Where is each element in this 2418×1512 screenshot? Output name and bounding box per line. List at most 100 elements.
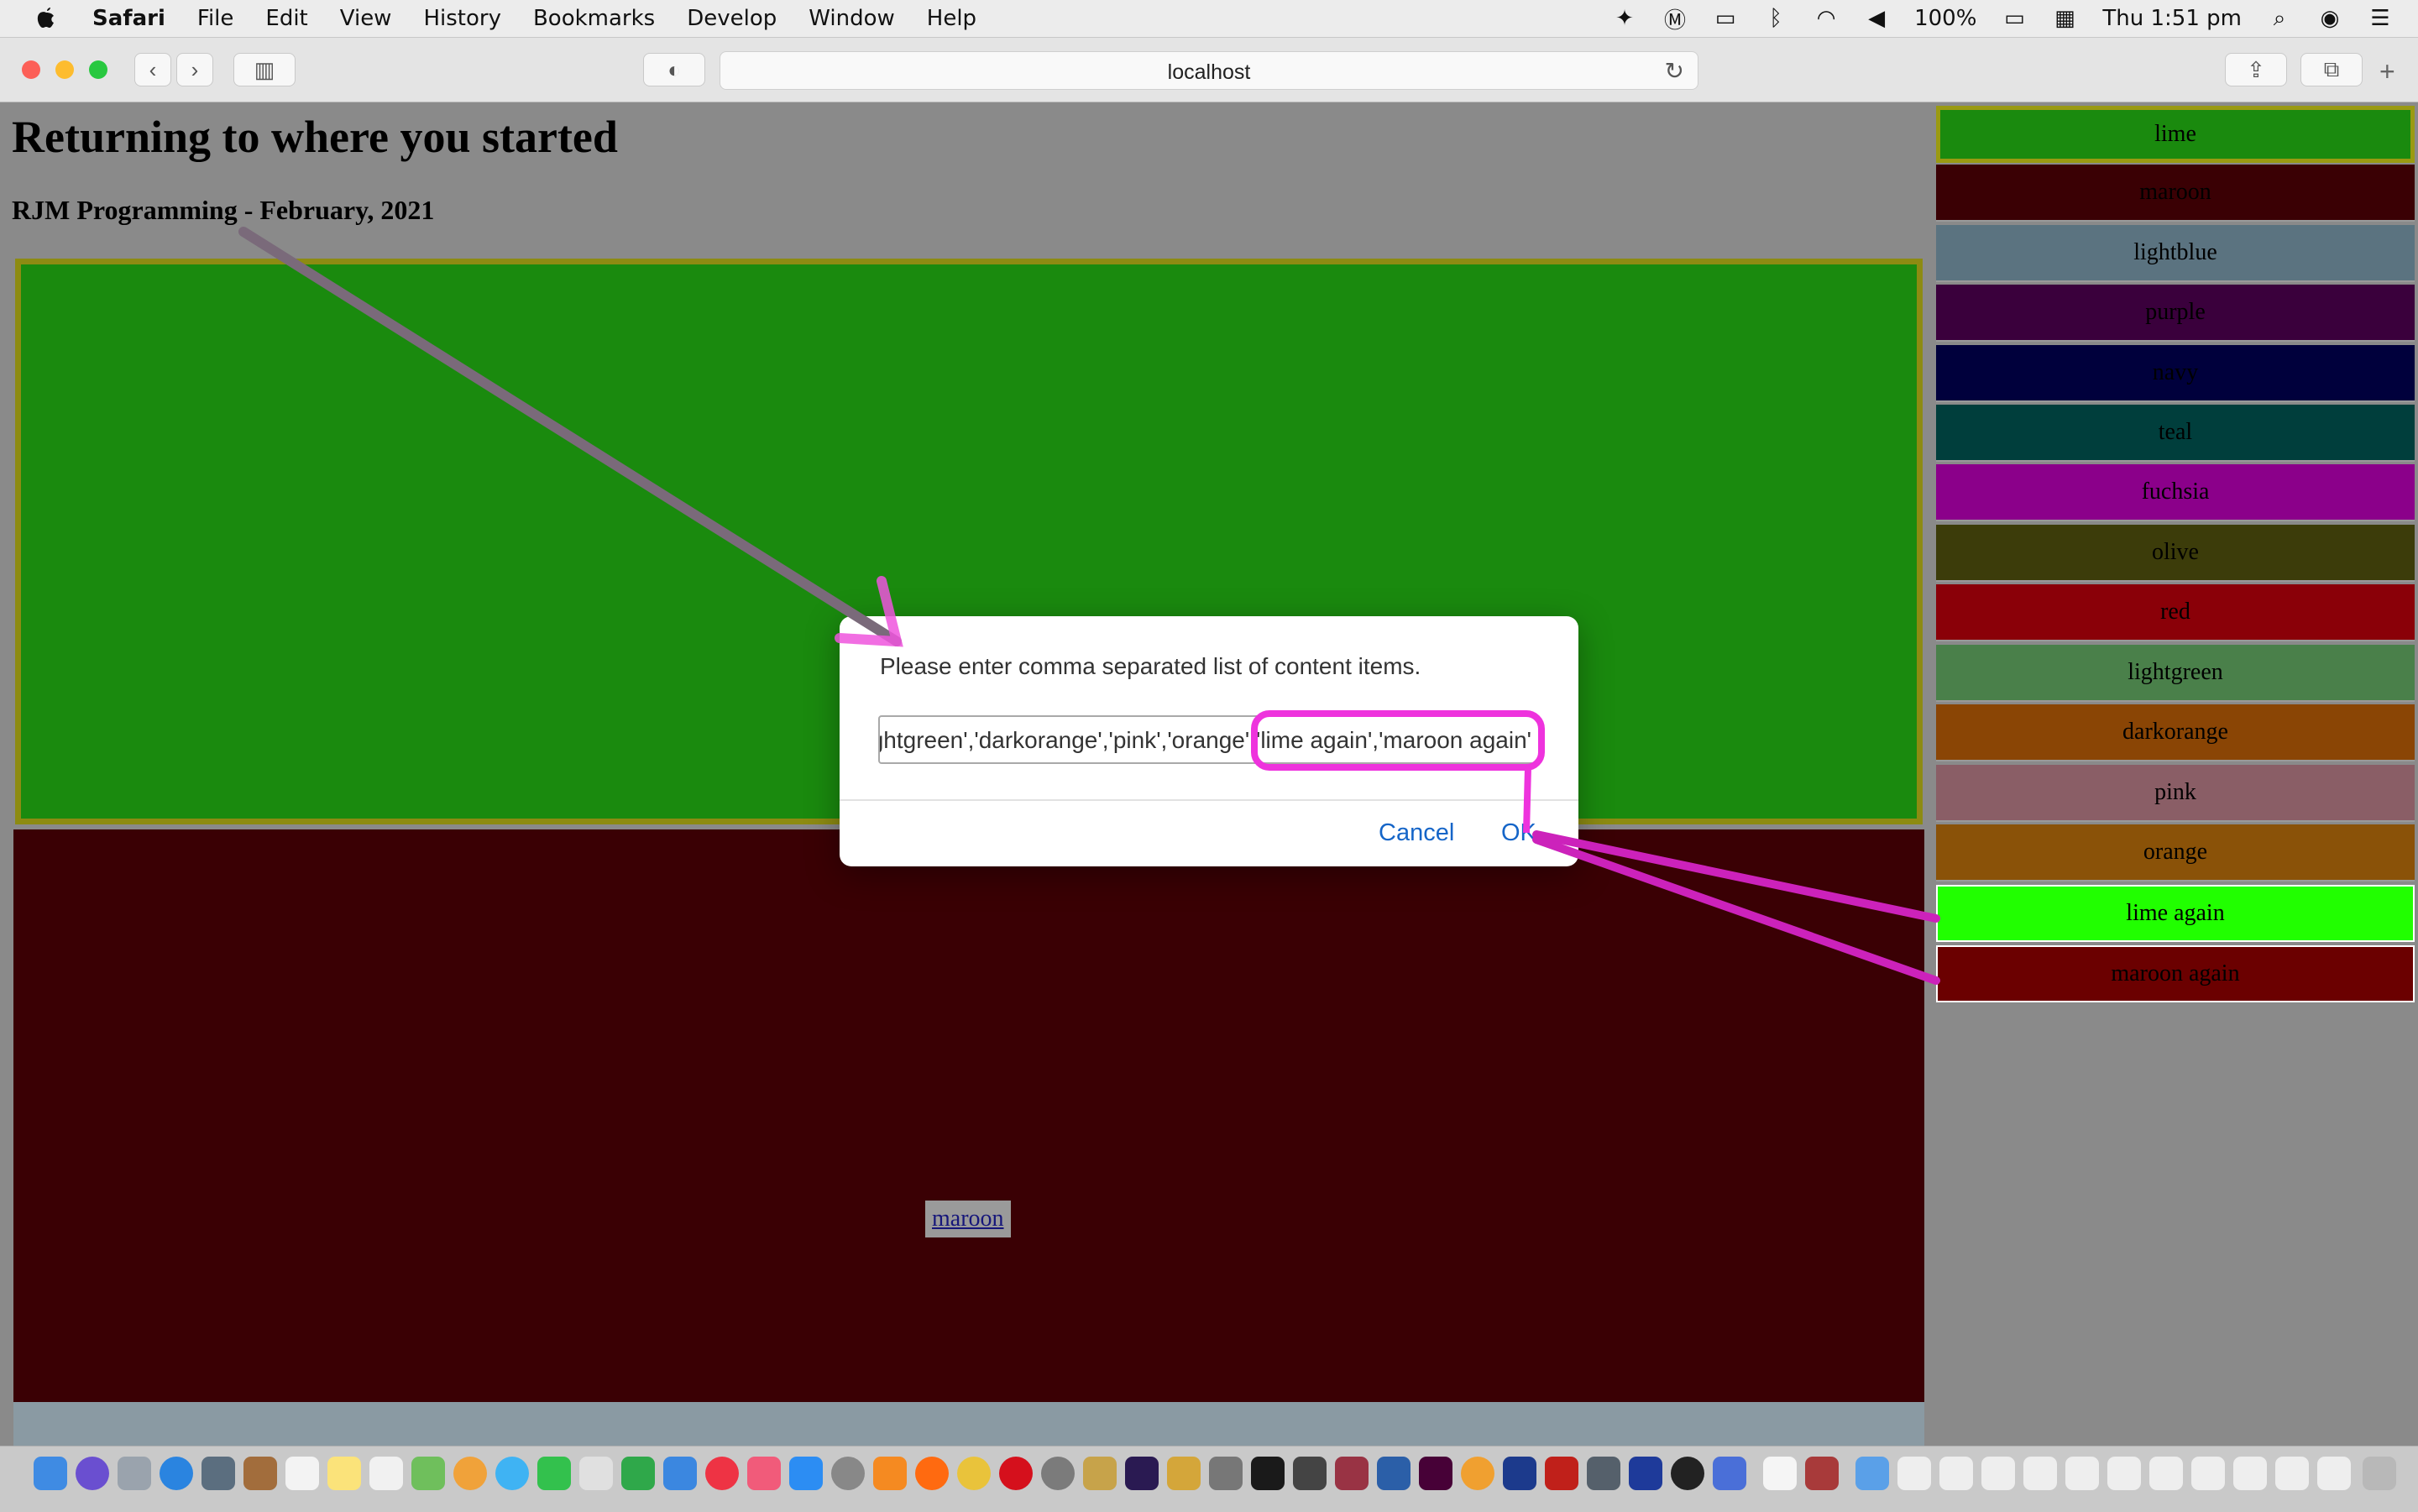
system-preferences-icon[interactable] (831, 1457, 865, 1490)
news-icon[interactable] (705, 1457, 739, 1490)
maps-icon[interactable] (411, 1457, 445, 1490)
document-thumbnail-icon[interactable] (2107, 1457, 2141, 1490)
apple-icon[interactable] (34, 4, 59, 33)
facetime-icon[interactable] (537, 1457, 571, 1490)
app-store-icon[interactable] (789, 1457, 823, 1490)
malwarebytes-icon[interactable]: Ⓜ (1662, 7, 1688, 34)
menu-bookmarks[interactable]: Bookmarks (533, 6, 655, 31)
document-thumbnail-icon[interactable] (2191, 1457, 2225, 1490)
sidebar-item-red[interactable]: red (1936, 584, 2415, 641)
app-icon-j[interactable] (1629, 1457, 1662, 1490)
document-thumbnail-icon[interactable] (2065, 1457, 2099, 1490)
sidebar-item-lightblue[interactable]: lightblue (1936, 225, 2415, 282)
cancel-button[interactable]: Cancel (1379, 819, 1454, 847)
document-thumbnail-icon[interactable] (2023, 1457, 2057, 1490)
menu-edit[interactable]: Edit (265, 6, 307, 31)
zoom-window-button[interactable] (89, 60, 107, 79)
trash-icon[interactable] (2363, 1457, 2396, 1490)
sidebar-item-darkorange[interactable]: darkorange (1936, 704, 2415, 761)
close-window-button[interactable] (22, 60, 40, 79)
menu-window[interactable]: Window (809, 6, 895, 31)
launchpad-icon[interactable] (118, 1457, 151, 1490)
search-icon[interactable]: ⌕ (2267, 6, 2292, 31)
sidebar-item-orange[interactable]: orange (1936, 824, 2415, 882)
app-icon-k[interactable] (1671, 1457, 1704, 1490)
forward-button[interactable]: › (176, 53, 213, 86)
document-thumbnail-icon[interactable] (2233, 1457, 2267, 1490)
dialog-text-input[interactable]: ghtgreen','darkorange','pink','orange','… (878, 715, 1540, 764)
numbers-icon[interactable] (621, 1457, 655, 1490)
menu-app-name[interactable]: Safari (92, 6, 165, 31)
r-icon[interactable] (1377, 1457, 1410, 1490)
sidebar-item-maroon-again[interactable]: maroon again (1936, 945, 2415, 1002)
sidebar-item-purple[interactable]: purple (1936, 285, 2415, 342)
siri-icon[interactable]: ◉ (2317, 6, 2342, 31)
music-icon[interactable] (747, 1457, 781, 1490)
menu-history[interactable]: History (423, 6, 501, 31)
notes-icon[interactable] (327, 1457, 361, 1490)
notification-center-icon[interactable]: ☰ (2368, 6, 2393, 31)
messages-icon[interactable] (495, 1457, 529, 1490)
app-icon-i[interactable] (1587, 1457, 1620, 1490)
app-icon-l[interactable] (1713, 1457, 1746, 1490)
menu-help[interactable]: Help (927, 6, 976, 31)
reminders-icon[interactable] (369, 1457, 403, 1490)
app-icon-c[interactable] (1083, 1457, 1117, 1490)
terminal-icon[interactable] (1251, 1457, 1285, 1490)
privacy-report-button[interactable]: ◐ (643, 53, 705, 86)
chrome-icon[interactable] (957, 1457, 991, 1490)
textedit-icon[interactable] (1763, 1457, 1797, 1490)
sidebar-item-lightgreen[interactable]: lightgreen (1936, 645, 2415, 702)
keynote-icon[interactable] (663, 1457, 697, 1490)
menu-clock[interactable]: Thu 1:51 pm (2102, 6, 2242, 31)
document-thumbnail-icon[interactable] (1981, 1457, 2015, 1490)
sidebar-item-lime-again[interactable]: lime again (1936, 885, 2415, 942)
document-thumbnail-icon[interactable] (2275, 1457, 2309, 1490)
app-icon-d[interactable] (1167, 1457, 1201, 1490)
app-icon-g[interactable] (1461, 1457, 1494, 1490)
opera-icon[interactable] (999, 1457, 1033, 1490)
app-icon-a[interactable] (873, 1457, 907, 1490)
photos-icon[interactable] (453, 1457, 487, 1490)
sidebar-item-maroon[interactable]: maroon (1936, 165, 2415, 222)
app-icon-b[interactable] (1041, 1457, 1075, 1490)
calendar-icon[interactable] (285, 1457, 319, 1490)
airplay-icon[interactable]: ▭ (1713, 6, 1738, 31)
app-icon-f[interactable] (1335, 1457, 1369, 1490)
menu-file[interactable]: File (197, 6, 234, 31)
document-thumbnail-icon[interactable] (1897, 1457, 1931, 1490)
sidebar-item-teal[interactable]: teal (1936, 405, 2415, 462)
pages-icon[interactable] (579, 1457, 613, 1490)
document-thumbnail-icon[interactable] (2317, 1457, 2351, 1490)
maroon-link[interactable]: maroon (925, 1201, 1011, 1237)
share-button[interactable]: ⇪ (2225, 53, 2287, 86)
document-thumbnail-icon[interactable] (2149, 1457, 2183, 1490)
contacts-icon[interactable] (243, 1457, 277, 1490)
wifi-icon[interactable]: ◠ (1814, 6, 1839, 31)
tab-overview-button[interactable]: ⧉ (2300, 53, 2363, 86)
firefox-icon[interactable] (915, 1457, 949, 1490)
filezilla-icon[interactable] (1545, 1457, 1578, 1490)
menu-view[interactable]: View (340, 6, 392, 31)
folder-icon[interactable] (1855, 1457, 1889, 1490)
dictionary-icon[interactable] (1805, 1457, 1839, 1490)
adobe-xd-icon[interactable] (1419, 1457, 1452, 1490)
volume-icon[interactable]: ◀ (1864, 6, 1889, 31)
app-icon-h[interactable] (1503, 1457, 1536, 1490)
reload-icon[interactable]: ↻ (1665, 57, 1684, 85)
back-button[interactable]: ‹ (134, 53, 171, 86)
app-icon-e[interactable] (1293, 1457, 1327, 1490)
menu-develop[interactable]: Develop (687, 6, 777, 31)
gimp-icon[interactable] (1209, 1457, 1243, 1490)
preview-icon[interactable] (202, 1457, 235, 1490)
sidebar-item-pink[interactable]: pink (1936, 765, 2415, 822)
sidebar-item-fuchsia[interactable]: fuchsia (1936, 464, 2415, 521)
battery-icon[interactable]: ▭ (2002, 6, 2027, 31)
bluetooth-icon[interactable]: ᛒ (1763, 6, 1788, 31)
sidebar-item-lime[interactable]: lime (1936, 106, 2415, 163)
photoshop-icon[interactable] (1125, 1457, 1159, 1490)
extension-icon[interactable]: ✦ (1612, 6, 1637, 31)
sidebar-item-navy[interactable]: navy (1936, 345, 2415, 402)
safari-icon[interactable] (160, 1457, 193, 1490)
address-bar[interactable]: localhost ↻ (720, 51, 1698, 90)
